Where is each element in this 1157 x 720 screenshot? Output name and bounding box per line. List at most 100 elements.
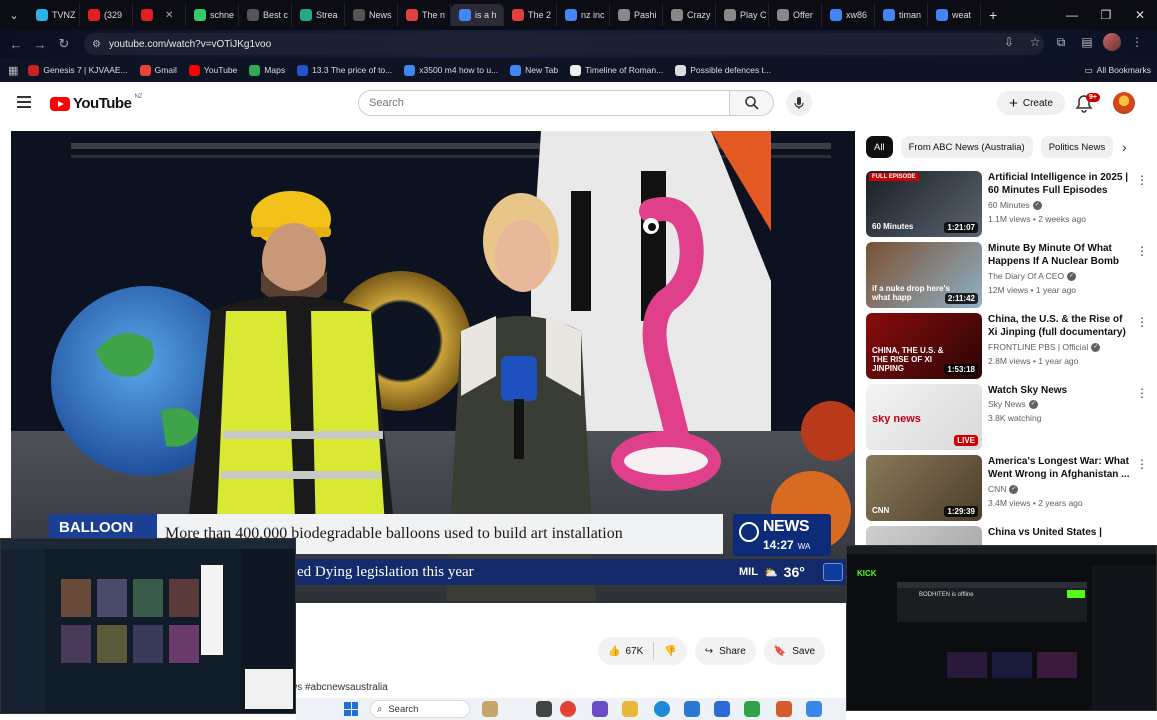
- menu-icon[interactable]: ⋮: [1127, 35, 1147, 49]
- install-icon[interactable]: ⇩: [999, 35, 1019, 49]
- browser-tab[interactable]: Pashi: [610, 4, 663, 26]
- browser-tab[interactable]: weat: [928, 4, 981, 26]
- description-hashtags[interactable]: ws #abcnewsaustralia: [290, 682, 388, 693]
- sidebar-icon[interactable]: ▤: [1077, 35, 1097, 49]
- more-actions-icon[interactable]: ⋮: [1136, 173, 1148, 187]
- create-button[interactable]: + Create: [997, 91, 1065, 115]
- browser-tab[interactable]: The 2: [504, 4, 557, 26]
- app2-icon[interactable]: [776, 701, 792, 717]
- forward-icon[interactable]: →: [28, 32, 52, 56]
- bookmark-item[interactable]: New Tab: [510, 64, 558, 76]
- video-thumbnail[interactable]: FULL EPISODE 60 Minutes 1:21:07: [866, 171, 982, 237]
- browser-tab[interactable]: Crazy: [663, 4, 716, 26]
- browser-tab[interactable]: Strea: [292, 4, 345, 26]
- channel-name[interactable]: Sky News ✓: [988, 399, 1038, 409]
- maximize-icon[interactable]: ❐: [1089, 0, 1123, 30]
- browser-tab[interactable]: nz inc: [557, 4, 610, 26]
- browser-tab[interactable]: schne: [186, 4, 239, 26]
- video-title[interactable]: America's Longest War: What Went Wrong i…: [988, 455, 1130, 481]
- channel-name[interactable]: 60 Minutes ✓: [988, 200, 1042, 210]
- bookmark-item[interactable]: x3500 m4 how to u...: [404, 64, 498, 76]
- filter-chip[interactable]: All: [866, 136, 893, 158]
- bookmark-item[interactable]: Timeline of Roman...: [570, 64, 663, 76]
- store-icon[interactable]: [714, 701, 730, 717]
- search-box[interactable]: [358, 90, 730, 116]
- more-actions-icon[interactable]: ⋮: [1136, 315, 1148, 329]
- profile-avatar[interactable]: [1103, 33, 1121, 51]
- search-input[interactable]: [369, 97, 729, 109]
- video-player[interactable]: BALLOON More than 400,000 biodegradable …: [11, 131, 855, 603]
- save-button[interactable]: 🔖 Save: [763, 637, 826, 665]
- video-title[interactable]: Minute By Minute Of What Happens If A Nu…: [988, 242, 1130, 269]
- filter-chip[interactable]: Politics News: [1040, 136, 1114, 158]
- more-actions-icon[interactable]: ⋮: [1136, 386, 1148, 400]
- video-title[interactable]: Watch Sky News: [988, 384, 1130, 397]
- browser-tab[interactable]: is a h: [451, 4, 504, 26]
- browser-tab[interactable]: Offer: [769, 4, 822, 26]
- browser-tab[interactable]: The n: [398, 4, 451, 26]
- app3-icon[interactable]: [806, 701, 822, 717]
- video-thumbnail[interactable]: sky news LIVE: [866, 384, 982, 450]
- back-icon[interactable]: ←: [4, 32, 28, 56]
- task-view-icon[interactable]: [536, 701, 552, 717]
- recommended-video[interactable]: sky news LIVE Watch Sky News Sky News ✓ 3.8K …: [866, 384, 1150, 450]
- share-button[interactable]: ↪ Share: [694, 637, 756, 665]
- browser-tab[interactable]: timan: [875, 4, 928, 26]
- browser-tab[interactable]: News: [345, 4, 398, 26]
- chrome-icon[interactable]: [560, 701, 576, 717]
- recommended-video[interactable]: China vs United States | Behind the War …: [866, 526, 1150, 592]
- dislike-button[interactable]: 👎: [664, 646, 676, 657]
- more-actions-icon[interactable]: ⋮: [1136, 457, 1148, 471]
- browser-tab[interactable]: TVNZ: [28, 4, 80, 26]
- bookmark-star-icon[interactable]: ☆: [1025, 35, 1045, 49]
- browser-tab[interactable]: (329: [80, 4, 133, 26]
- browser-tab[interactable]: Play C: [716, 4, 769, 26]
- video-title[interactable]: Artificial Intelligence in 2025 | 60 Min…: [988, 171, 1130, 197]
- channel-name[interactable]: CNN ✓: [988, 484, 1019, 494]
- video-thumbnail[interactable]: if a nuke drop here's what happ 2:11:42: [866, 242, 982, 308]
- site-info-icon[interactable]: ⚙: [92, 39, 101, 50]
- widgets-icon[interactable]: [482, 701, 498, 717]
- bookmark-item[interactable]: Maps: [249, 64, 285, 76]
- apps-icon[interactable]: ▦: [8, 64, 18, 77]
- reload-icon[interactable]: ↻: [52, 32, 76, 56]
- minimize-icon[interactable]: —: [1055, 0, 1089, 30]
- bookmark-item[interactable]: Genesis 7 | KJVAAE...: [28, 64, 128, 76]
- browser-tab[interactable]: xw86: [822, 4, 875, 26]
- all-bookmarks-button[interactable]: ▭ All Bookmarks: [1085, 58, 1151, 82]
- more-actions-icon[interactable]: ⋮: [1136, 244, 1148, 258]
- new-tab-button[interactable]: +: [981, 7, 1005, 23]
- like-button[interactable]: 👍 67K: [608, 646, 643, 657]
- video-title[interactable]: China vs United States | Behind the War …: [988, 526, 1130, 539]
- youtube-logo[interactable]: YouTube NZ: [50, 94, 142, 112]
- tab-close-icon[interactable]: ✕: [165, 10, 173, 21]
- channel-name[interactable]: The Diary Of A CEO ✓: [988, 271, 1077, 281]
- address-bar[interactable]: ⚙ youtube.com/watch?v=vOTiJKg1voo: [84, 33, 1044, 55]
- search-button[interactable]: [730, 90, 774, 116]
- overlay-kick-window[interactable]: KICK BODHITEN is offline: [846, 545, 1157, 711]
- account-avatar[interactable]: [1113, 92, 1135, 114]
- recommended-video[interactable]: CNN 1:29:39 America's Longest War: What We…: [866, 455, 1150, 521]
- taskbar-search[interactable]: ⌕ Search: [370, 700, 470, 718]
- channel-name[interactable]: FRONTLINE PBS | Official ✓: [988, 342, 1101, 352]
- close-window-icon[interactable]: ✕: [1123, 0, 1157, 30]
- browser-tab[interactable]: Best c: [239, 4, 292, 26]
- video-thumbnail[interactable]: CNN 1:29:39: [866, 455, 982, 521]
- spotify-icon[interactable]: [744, 701, 760, 717]
- bookmark-item[interactable]: Possible defences t...: [675, 64, 771, 76]
- filter-chip[interactable]: From ABC News (Australia): [900, 136, 1033, 158]
- app-icon[interactable]: [592, 701, 608, 717]
- overlay-casino-window[interactable]: [0, 538, 296, 714]
- recommended-video[interactable]: FULL EPISODE 60 Minutes 1:21:07 Artificial …: [866, 171, 1150, 237]
- chevron-right-icon[interactable]: ›: [1122, 139, 1127, 155]
- extensions-icon[interactable]: ⧉: [1051, 35, 1071, 50]
- video-thumbnail[interactable]: CHINA, THE U.S. & THE RISE OF XI JINPING…: [866, 313, 982, 379]
- file-explorer-icon[interactable]: [622, 701, 638, 717]
- bookmark-item[interactable]: Gmail: [139, 64, 177, 76]
- windows-start-icon[interactable]: [344, 702, 358, 716]
- edge-icon[interactable]: [654, 701, 670, 717]
- hamburger-menu-icon[interactable]: [17, 96, 31, 108]
- mail-icon[interactable]: [684, 701, 700, 717]
- bookmark-item[interactable]: 13.3 The price of to...: [297, 64, 392, 76]
- video-title[interactable]: China, the U.S. & the Rise of Xi Jinping…: [988, 313, 1130, 340]
